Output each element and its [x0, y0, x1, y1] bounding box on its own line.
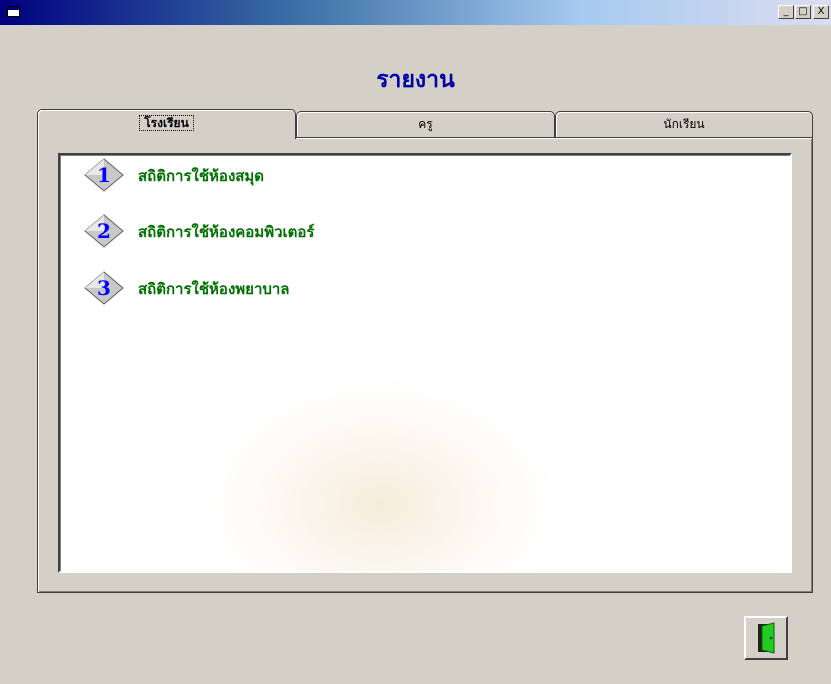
title-bar: _ □ X	[0, 0, 831, 25]
tab-school[interactable]: โรงเรียน	[37, 109, 296, 139]
diamond-number-icon: 2	[84, 214, 124, 248]
report-list: 1 สถิติการใช้ห้องสมุด 2 สถิติการใช้ห้องค…	[58, 153, 792, 573]
report-item-number: 1	[97, 163, 111, 187]
tab-student[interactable]: นักเรียน	[555, 111, 813, 137]
report-item-library[interactable]: 1 สถิติการใช้ห้องสมุด	[84, 158, 384, 192]
page-title: รายงาน	[376, 66, 455, 93]
minimize-button[interactable]: _	[778, 5, 794, 19]
watermark-seal	[200, 375, 560, 571]
tab-teacher[interactable]: ครู	[296, 111, 555, 137]
close-button[interactable]: X	[813, 5, 829, 19]
diamond-number-icon: 1	[84, 158, 124, 192]
exit-door-icon	[758, 622, 775, 654]
report-item-label: สถิติการใช้ห้องพยาบาล	[138, 280, 290, 298]
report-item-label: สถิติการใช้ห้องสมุด	[138, 167, 265, 185]
report-item-number: 2	[97, 219, 111, 243]
report-item-infirmary[interactable]: 3 สถิติการใช้ห้องพยาบาล	[84, 271, 404, 305]
report-item-computer-room[interactable]: 2 สถิติการใช้ห้องคอมพิวเตอร์	[84, 214, 424, 248]
diamond-number-icon: 3	[84, 271, 124, 305]
exit-button[interactable]	[744, 616, 788, 660]
report-item-label: สถิติการใช้ห้องคอมพิวเตอร์	[138, 223, 315, 241]
tab-student-label: นักเรียน	[663, 117, 705, 131]
maximize-button[interactable]: □	[795, 5, 811, 19]
report-item-number: 3	[97, 276, 111, 300]
window-icon[interactable]	[7, 6, 20, 17]
tab-teacher-label: ครู	[418, 117, 433, 131]
tab-school-label: โรงเรียน	[139, 115, 194, 131]
